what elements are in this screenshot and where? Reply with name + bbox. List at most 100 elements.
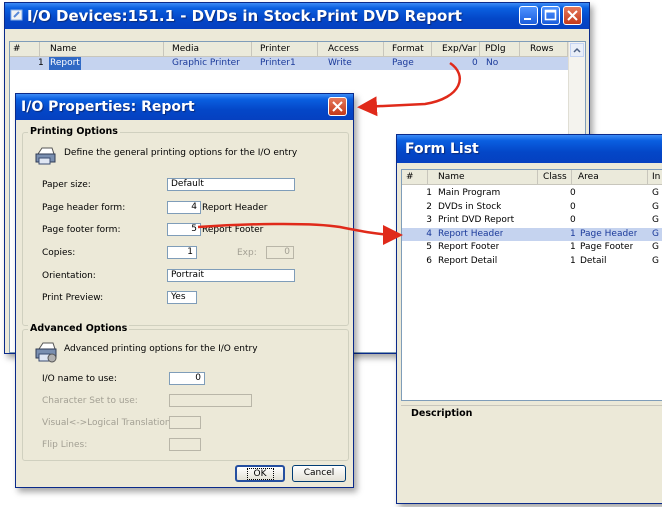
io-devices-title: I/O Devices:151.1 - DVDs in Stock.Print …: [27, 7, 462, 25]
chevron-up-icon: [573, 47, 581, 53]
table-row[interactable]: 6 Report Detail 1 Detail G: [402, 255, 662, 268]
io-devices-titlebar[interactable]: I/O Devices:151.1 - DVDs in Stock.Print …: [5, 3, 589, 29]
page-footer-label: Page footer form:: [42, 225, 121, 235]
page-footer-num: 5: [191, 224, 197, 234]
form-col-area[interactable]: Area: [572, 170, 648, 184]
ok-button[interactable]: OK: [235, 465, 285, 482]
paper-size-field[interactable]: Default: [167, 178, 295, 191]
form-list-title: Form List: [405, 141, 479, 157]
form-row-in: G: [652, 201, 659, 212]
minimize-icon: [524, 18, 531, 20]
page-header-name: Report Header: [202, 203, 268, 213]
table-row[interactable]: 1 Main Program 0 G: [402, 187, 662, 200]
form-row-name: Report Header: [438, 228, 504, 239]
exp-field: 0: [266, 246, 294, 259]
col-header-access[interactable]: Access: [318, 42, 384, 56]
charset-label: Character Set to use:: [42, 396, 138, 406]
scroll-up-button[interactable]: [570, 43, 584, 57]
form-row-in: G: [652, 188, 659, 198]
form-row-name: Report Detail: [438, 256, 498, 266]
form-row-in: G: [652, 228, 659, 239]
visual-logical-field: [169, 416, 201, 429]
close-button[interactable]: [563, 6, 582, 25]
col-header-name[interactable]: Name: [40, 42, 164, 56]
form-table-header: # Name Class Area In: [402, 170, 662, 185]
io-properties-titlebar[interactable]: I/O Properties: Report: [16, 94, 353, 120]
app-icon: [10, 8, 24, 22]
printing-options-title: Printing Options: [28, 126, 120, 137]
maximize-icon: [544, 9, 557, 21]
advanced-options-title: Advanced Options: [28, 323, 130, 334]
form-row-num: 2: [426, 201, 432, 212]
io-row-access: Write: [328, 58, 352, 68]
page-footer-field[interactable]: 5: [167, 223, 201, 236]
form-row-num: 4: [426, 228, 432, 239]
form-col-name[interactable]: Name: [428, 170, 538, 184]
description-label: Description: [411, 408, 473, 419]
charset-field: [169, 394, 252, 407]
printing-description: Define the general printing options for …: [64, 148, 298, 158]
col-header-exp[interactable]: Exp/Var: [432, 42, 480, 56]
io-row-pdlg: No: [486, 58, 499, 68]
form-row-area: Detail: [580, 256, 607, 266]
table-row[interactable]: 4 Report Header 1 Page Header G: [402, 227, 662, 241]
page-header-label: Page header form:: [42, 203, 126, 213]
ok-button-label: OK: [246, 468, 274, 480]
io-row-name[interactable]: Report: [49, 57, 81, 70]
form-row-num: 1: [426, 188, 432, 198]
cancel-button[interactable]: Cancel: [292, 465, 346, 482]
form-row-area: Page Footer: [580, 242, 634, 253]
io-properties-title: I/O Properties: Report: [21, 99, 195, 115]
form-row-name: Print DVD Report: [438, 215, 515, 226]
form-col-num[interactable]: #: [402, 170, 428, 184]
col-header-pdlg[interactable]: PDlg: [480, 42, 520, 56]
io-name-field[interactable]: 0: [169, 372, 205, 385]
form-row-name: Main Program: [438, 188, 501, 198]
io-name-value: 0: [195, 373, 201, 383]
exp-label: Exp:: [237, 248, 257, 258]
col-header-format[interactable]: Format: [384, 42, 432, 56]
form-list-table: # Name Class Area In 1 Main Program 0 G 2 DVD…: [401, 169, 662, 401]
io-name-label: I/O name to use:: [42, 374, 117, 384]
print-preview-label: Print Preview:: [42, 293, 104, 303]
paper-size-label: Paper size:: [42, 180, 91, 190]
col-header-num[interactable]: #: [10, 42, 40, 56]
orientation-label: Orientation:: [42, 271, 96, 281]
form-row-class: 0: [570, 215, 576, 226]
form-col-in[interactable]: In: [648, 170, 662, 184]
orientation-field[interactable]: Portrait: [167, 269, 295, 282]
form-list-window: Form List # Name Class Area In 1 Main Pro…: [396, 134, 662, 504]
minimize-button[interactable]: [519, 6, 538, 25]
io-properties-dialog: I/O Properties: Report Printing Options …: [15, 93, 354, 488]
form-row-num: 5: [426, 242, 432, 253]
form-row-class: 0: [570, 201, 576, 212]
table-row[interactable]: 3 Print DVD Report 0 G: [402, 214, 662, 227]
col-header-rows[interactable]: Rows: [520, 42, 568, 56]
cancel-button-label: Cancel: [303, 468, 335, 478]
form-row-in: G: [652, 256, 659, 266]
flip-lines-label: Flip Lines:: [42, 440, 88, 450]
copies-field[interactable]: 1: [167, 246, 197, 259]
properties-close-button[interactable]: [328, 97, 347, 116]
print-preview-field[interactable]: Yes: [167, 291, 197, 304]
copies-value: 1: [187, 247, 193, 257]
maximize-button[interactable]: [541, 6, 560, 25]
close-icon: [567, 10, 578, 21]
form-row-name: DVDs in Stock: [438, 201, 502, 212]
page-header-num: 4: [191, 202, 197, 212]
io-row-printer: Printer1: [260, 58, 296, 68]
form-list-titlebar[interactable]: Form List: [397, 135, 662, 163]
table-row[interactable]: 5 Report Footer 1 Page Footer G: [402, 241, 662, 254]
io-row-format: Page: [392, 58, 414, 68]
form-row-class: 0: [570, 188, 576, 198]
form-row-class: 1: [570, 228, 576, 239]
col-header-media[interactable]: Media: [164, 42, 252, 56]
io-row-media: Graphic Printer: [172, 58, 240, 68]
page-header-field[interactable]: 4: [167, 201, 201, 214]
form-row-num: 3: [426, 215, 432, 226]
table-row[interactable]: 2 DVDs in Stock 0 G: [402, 201, 662, 214]
form-col-class[interactable]: Class: [538, 170, 572, 184]
advanced-printer-icon: [34, 340, 58, 364]
table-row[interactable]: 1 Report Graphic Printer Printer1 Write …: [10, 57, 568, 70]
col-header-printer[interactable]: Printer: [252, 42, 318, 56]
